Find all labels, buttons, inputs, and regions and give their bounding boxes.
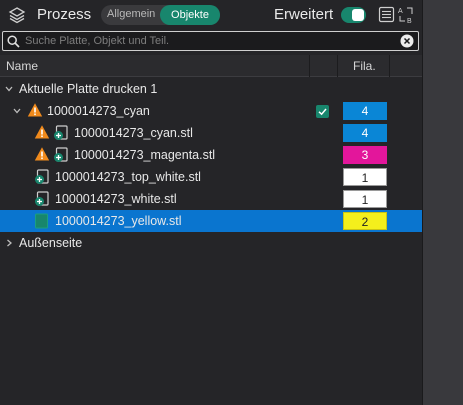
warning-icon [34,125,50,139]
part-label: 1000014273_top_white.stl [55,170,201,184]
panel-header: Prozess Allgemein Objekte Erweitert A B [0,0,422,30]
checkbox-checked-icon[interactable] [316,105,329,118]
part-label: 1000014273_magenta.stl [74,148,216,162]
search-bar [2,31,419,51]
part-model-icon [54,125,68,140]
tree-row-plate[interactable]: Aktuelle Platte drucken 1 [0,78,422,100]
part-model-icon [35,191,49,206]
warning-icon [27,103,43,117]
advanced-toggle[interactable] [341,7,366,23]
filament-badge[interactable]: 4 [343,124,387,142]
part-label: 1000014273_white.stl [55,192,177,206]
column-divider [389,55,390,77]
tree-row-part[interactable]: 1000014273_top_white.stl 1 [0,166,422,188]
search-input[interactable] [25,33,395,49]
tree-row-part[interactable]: 1000014273_cyan.stl 4 [0,122,422,144]
panel-title: Prozess [37,6,92,23]
plate-label: Aktuelle Platte drucken 1 [19,82,158,96]
process-panel: Prozess Allgemein Objekte Erweitert A B [0,0,422,405]
svg-text:A: A [398,8,403,15]
tree-row-part[interactable]: 1000014273_magenta.stl 3 [0,144,422,166]
column-divider [337,55,338,77]
object-label: 1000014273_cyan [47,104,150,118]
tab-allgemein[interactable]: Allgemein [107,8,155,20]
warning-icon [34,147,50,161]
filament-badge[interactable]: 1 [343,190,387,208]
tree-row-outside[interactable]: Außenseite [0,232,422,254]
part-label: 1000014273_cyan.stl [74,126,193,140]
filament-badge[interactable]: 2 [343,212,387,230]
outside-label: Außenseite [19,236,83,250]
column-header: Name Fila. [0,55,422,77]
canvas-edge [422,0,463,405]
chevron-down-icon[interactable] [12,106,22,116]
tree-row-part[interactable]: 1000014273_white.stl 1 [0,188,422,210]
table-icon[interactable] [378,6,395,23]
column-divider [309,55,310,77]
part-model-icon [54,147,68,162]
advanced-label: Erweitert [274,6,334,23]
chevron-right-icon[interactable] [4,238,14,248]
sort-ab-icon[interactable]: A B [397,5,415,25]
search-icon [7,35,20,48]
clear-search-icon[interactable] [400,34,414,48]
tab-objekte[interactable]: Objekte [160,5,220,25]
layers-icon [8,7,26,24]
column-name-header[interactable]: Name [6,59,38,73]
chevron-down-icon[interactable] [4,84,14,94]
filament-badge[interactable]: 3 [343,146,387,164]
tree-row-object[interactable]: 1000014273_cyan 4 [0,100,422,122]
mode-switch[interactable]: Allgemein Objekte [101,5,220,25]
part-model-icon [35,169,49,184]
filament-badge[interactable]: 4 [343,102,387,120]
filament-badge[interactable]: 1 [343,168,387,186]
svg-text:B: B [407,18,412,25]
part-label: 1000014273_yellow.stl [55,214,182,228]
column-filament-header[interactable]: Fila. [353,59,376,73]
tree-row-part-selected[interactable]: 1000014273_yellow.stl 2 [0,210,422,232]
toggle-knob [352,9,364,21]
part-model-icon [35,213,48,229]
